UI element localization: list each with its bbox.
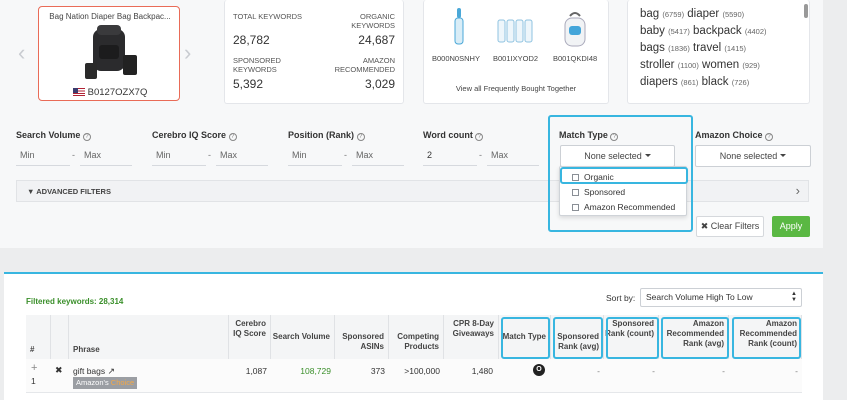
product-card[interactable]: Bag Nation Diaper Bag Backpac... B0127OZ…	[38, 6, 180, 101]
word-cloud-word[interactable]: black	[702, 76, 729, 88]
chevron-right-icon: ›	[795, 183, 800, 198]
search-volume-cell[interactable]: 108,729	[271, 366, 331, 376]
us-flag-icon	[72, 88, 85, 96]
remove-keyword-icon[interactable]: ✖	[55, 365, 63, 376]
fbt-asin-2[interactable]: B001IXYOD2	[493, 54, 538, 63]
fbt-asin-3[interactable]: B001QKDI48	[553, 54, 597, 63]
sponsored-rank-count-cell: -	[652, 366, 655, 376]
column-header-sponsored-asins[interactable]: Sponsored ASINs	[335, 315, 389, 359]
amazon-choice-label: Amazon Choice	[695, 130, 763, 140]
amazon-recommended-rank-count-cell: -	[795, 366, 798, 376]
row-number: 1	[31, 376, 36, 386]
word-cloud-word[interactable]: diapers	[640, 76, 678, 88]
amazons-choice-badge: Amazon's Choice	[73, 377, 138, 389]
sponsored-keywords-label: SPONSORED KEYWORDS	[233, 56, 281, 74]
total-keywords-label: TOTAL KEYWORDS	[233, 12, 303, 21]
column-header-phrase[interactable]: Phrase	[69, 315, 229, 359]
table-row[interactable]	[26, 359, 802, 393]
column-header-competing-products[interactable]: Competing Products	[389, 315, 444, 359]
prev-arrow-icon[interactable]: ‹	[18, 40, 25, 66]
amazon-recommended-rank-avg-cell: -	[722, 366, 725, 376]
sort-by-select[interactable]: Search Volume High To Low ▲ ▼	[640, 288, 802, 307]
sponsored-keywords-value: 5,392	[233, 77, 264, 91]
competing-products-cell: >100,000	[404, 366, 440, 376]
filter-icon: ▼	[27, 187, 35, 196]
column-header-cerebro-iq[interactable]: Cerebro IQ Score	[229, 315, 271, 359]
product-image	[85, 25, 137, 79]
position-max-input[interactable]: Max	[356, 150, 373, 160]
search-volume-min-input[interactable]: Min	[20, 150, 35, 160]
column-header-cpr-giveaways[interactable]: CPR 8-Day Giveaways	[444, 315, 499, 359]
frequently-bought-card: B000N0SNHY B001IXYOD2 B001QKDI48 View al…	[423, 0, 609, 104]
cerebro-iq-cell: 1,087	[245, 366, 267, 376]
product-asin: B0127OZX7Q	[87, 87, 148, 98]
sponsored-rank-avg-cell: -	[597, 366, 600, 376]
word-count-min-input[interactable]: 2	[427, 150, 432, 160]
cerebro-iq-min-input[interactable]: Min	[156, 150, 171, 160]
help-icon[interactable]: ?	[475, 133, 484, 141]
word-cloud-word[interactable]: diaper	[687, 8, 719, 20]
cpr-giveaways-cell: 1,480	[471, 366, 493, 376]
position-min-input[interactable]: Min	[292, 150, 307, 160]
cerebro-iq-max-input[interactable]: Max	[220, 150, 237, 160]
product-title: Bag Nation Diaper Bag Backpac...	[49, 12, 171, 21]
word-cloud-word[interactable]: baby	[640, 25, 665, 37]
amazon-recommended-label: AMAZON RECOMMENDED	[334, 56, 395, 74]
fbt-product-image	[564, 12, 586, 47]
external-link-icon[interactable]: ↗	[108, 366, 116, 376]
word-cloud-word[interactable]: travel	[693, 42, 721, 54]
help-icon[interactable]: ?	[356, 133, 365, 141]
column-header-search-volume[interactable]: Search Volume	[271, 315, 335, 359]
help-icon[interactable]: ?	[765, 133, 774, 141]
word-cloud-card: bag (6759) diaper (5590) baby (5417) bac…	[627, 0, 810, 104]
next-arrow-icon[interactable]: ›	[184, 40, 191, 66]
word-cloud-word[interactable]: stroller	[640, 59, 675, 71]
position-label: Position (Rank)	[288, 130, 355, 140]
column-header-number[interactable]: #	[26, 315, 51, 359]
word-cloud-word[interactable]: backpack	[693, 25, 742, 37]
caret-down-icon	[780, 154, 787, 157]
add-keyword-icon[interactable]: +	[31, 362, 37, 374]
organic-keywords-label: ORGANIC KEYWORDS	[351, 12, 395, 30]
word-count-max-input[interactable]: Max	[491, 150, 508, 160]
search-volume-label: Search Volume	[16, 130, 81, 140]
amazon-recommended-value: 3,029	[364, 77, 395, 91]
fbt-view-all-link[interactable]: View all Frequently Bought Together	[424, 84, 608, 93]
word-cloud-word[interactable]: bag	[640, 8, 659, 20]
help-icon[interactable]: ?	[82, 133, 91, 141]
word-cloud-word[interactable]: bags	[640, 42, 665, 54]
help-icon[interactable]: ?	[228, 133, 237, 141]
keyword-stats-card: TOTAL KEYWORDS 28,782 ORGANIC KEYWORDS 2…	[224, 0, 404, 104]
apply-button[interactable]: Apply	[772, 216, 810, 237]
organic-option-highlight	[560, 167, 688, 184]
word-cloud-scrollbar[interactable]	[804, 4, 808, 18]
close-icon: ✖	[700, 221, 709, 231]
sort-by-label: Sort by:	[606, 293, 636, 303]
organic-keywords-value: 24,687	[358, 33, 395, 47]
cerebro-iq-label: Cerebro IQ Score	[152, 130, 227, 140]
filtered-keywords-count: Filtered keywords: 28,314	[26, 297, 124, 306]
clear-filters-button[interactable]: ✖ Clear Filters	[696, 216, 764, 237]
sort-arrows-icon: ▲ ▼	[791, 291, 797, 303]
advanced-filters-label: ADVANCED FILTERS	[36, 187, 111, 196]
fbt-asin-1[interactable]: B000N0SNHY	[432, 54, 480, 63]
word-cloud-word[interactable]: women	[702, 59, 739, 71]
fbt-product-image	[497, 19, 533, 43]
word-count-label: Word count	[423, 130, 473, 140]
amazon-choice-select[interactable]: None selected	[695, 145, 811, 167]
organic-match-icon: O	[533, 364, 545, 376]
search-volume-max-input[interactable]: Max	[84, 150, 101, 160]
fbt-product-image	[454, 8, 464, 45]
sponsored-asins-cell: 373	[370, 366, 385, 376]
total-keywords-value: 28,782	[233, 33, 270, 47]
phrase-text[interactable]: gift bags	[73, 366, 105, 376]
